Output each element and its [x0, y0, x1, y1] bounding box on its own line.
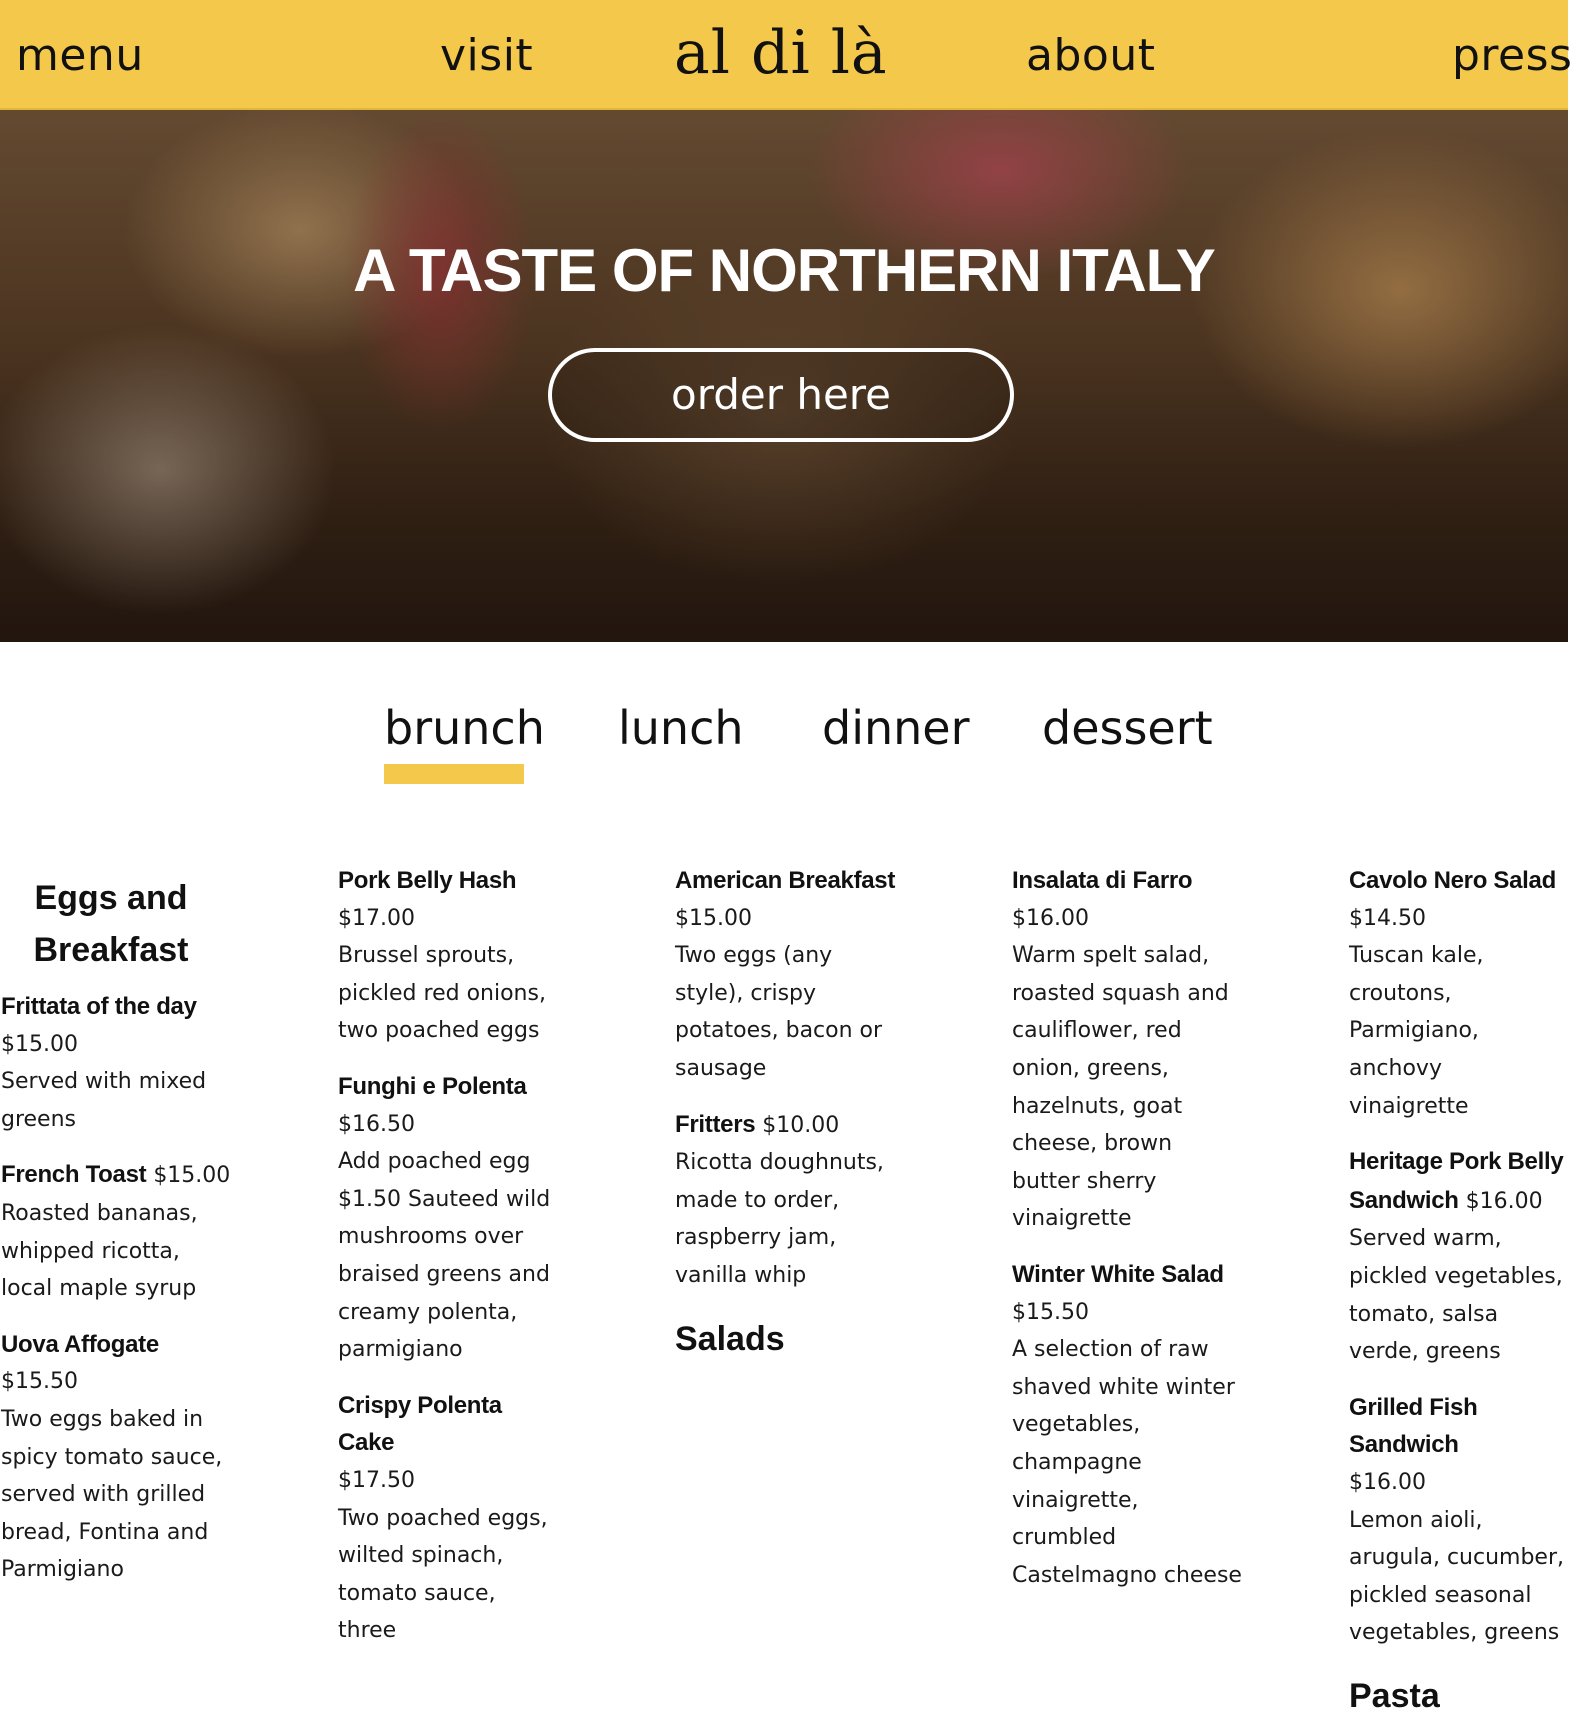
tab-dessert[interactable]: dessert: [1042, 698, 1213, 758]
item-name: Pork Belly Hash: [338, 867, 517, 894]
section-title-pasta: Pasta: [1349, 1676, 1440, 1715]
item-name: Frittata of the day: [1, 993, 197, 1020]
item-name: Insalata di Farro: [1012, 867, 1193, 894]
menu-item: Fritters $10.00 Ricotta doughnuts, made …: [675, 1106, 897, 1295]
item-price: $15.00: [675, 905, 752, 931]
item-description: Lemon aioli, arugula, cucumber, pickled …: [1349, 1507, 1565, 1646]
item-description: Roasted bananas, whipped ricotta, local …: [1, 1200, 198, 1302]
item-price: $15.50: [1012, 1299, 1089, 1325]
menu-item: Pork Belly Hash $17.00 Brussel sprouts, …: [338, 862, 560, 1050]
menu-column-1: Eggs and Breakfast Frittata of the day $…: [1, 866, 231, 1607]
menu-column-4: Insalata di Farro $16.00 Warm spelt sala…: [1012, 862, 1242, 1612]
tab-lunch[interactable]: lunch: [618, 698, 744, 758]
menu-item: Uova Affogate $15.50 Two eggs baked in s…: [1, 1326, 231, 1589]
tab-dinner[interactable]: dinner: [822, 698, 970, 758]
menu-item: American Breakfast $15.00 Two eggs (any …: [675, 862, 897, 1088]
hero-title: A TASTE OF NORTHERN ITALY: [353, 237, 1216, 304]
active-tab-indicator: [384, 764, 524, 784]
item-price: $17.00: [338, 905, 415, 931]
item-name: French Toast: [1, 1161, 147, 1189]
menu-item: Cavolo Nero Salad $14.50 Tuscan kale, cr…: [1349, 862, 1568, 1125]
item-name: Grilled Fish Sandwich: [1349, 1393, 1478, 1459]
item-description: Warm spelt salad, roasted squash and cau…: [1012, 943, 1229, 1232]
item-price: $16.00: [1465, 1188, 1543, 1214]
menu-item: Heritage Pork Belly Sandwich $16.00 Serv…: [1349, 1143, 1568, 1371]
item-price: $15.00: [153, 1163, 231, 1189]
item-description: Brussel sprouts, pickled red onions, two…: [338, 943, 546, 1044]
item-description: Two eggs (any style), crispy potatoes, b…: [675, 943, 883, 1081]
item-price: $14.50: [1349, 905, 1426, 931]
item-name: Uova Affogate: [1, 1330, 159, 1358]
item-name: Cavolo Nero Salad: [1349, 867, 1556, 894]
menu-column-5: Cavolo Nero Salad $14.50 Tuscan kale, cr…: [1349, 862, 1568, 1722]
item-price: $16.00: [1349, 1469, 1426, 1495]
menu-item: Grilled Fish Sandwich $16.00 Lemon aioli…: [1349, 1389, 1568, 1652]
item-description: Ricotta doughnuts, made to order, raspbe…: [675, 1150, 884, 1288]
item-price: $15.50: [1, 1369, 78, 1395]
menu-item: French Toast $15.00 Roasted bananas, whi…: [1, 1156, 231, 1307]
item-price: $16.00: [1012, 905, 1089, 931]
item-price: $10.00: [762, 1112, 840, 1138]
item-description: Tuscan kale, croutons, Parmigiano, ancho…: [1349, 943, 1484, 1119]
nav-press-link[interactable]: press: [1452, 28, 1572, 84]
item-description: Served with mixed greens: [1, 1069, 207, 1132]
menu-item: Winter White Salad $15.50 A selection of…: [1012, 1256, 1242, 1594]
hero-banner: A TASTE OF NORTHERN ITALY order here: [0, 110, 1568, 642]
item-description: Two eggs baked in spicy tomato sauce, se…: [1, 1406, 223, 1583]
item-name: Fritters: [675, 1110, 756, 1138]
item-price: $16.50: [338, 1111, 415, 1137]
nav-menu-link[interactable]: menu: [16, 28, 144, 84]
menu-item: Insalata di Farro $16.00 Warm spelt sala…: [1012, 862, 1242, 1238]
menu-column-3: American Breakfast $15.00 Two eggs (any …: [675, 862, 897, 1365]
item-name: Crispy Polenta Cake: [338, 1391, 502, 1457]
item-description: Add poached egg $1.50 Sauteed wild mushr…: [338, 1149, 551, 1363]
item-price: $17.50: [338, 1467, 415, 1493]
menu-item: Frittata of the day $15.00 Served with m…: [1, 988, 231, 1138]
menu-item: Crispy Polenta Cake $17.50 Two poached e…: [338, 1387, 560, 1650]
order-here-button[interactable]: order here: [548, 348, 1014, 442]
tab-brunch[interactable]: brunch: [384, 698, 545, 758]
menu-item: Funghi e Polenta $16.50 Add poached egg …: [338, 1068, 560, 1369]
item-description: Served warm, pickled vegetables, tomato,…: [1349, 1226, 1563, 1365]
site-logo[interactable]: al di là: [674, 18, 888, 88]
nav-about-link[interactable]: about: [1026, 28, 1155, 84]
nav-visit-link[interactable]: visit: [440, 28, 533, 84]
item-name: Funghi e Polenta: [338, 1072, 527, 1100]
section-title-salads: Salads: [675, 1319, 785, 1358]
item-description: A selection of raw shaved white winter v…: [1012, 1337, 1242, 1588]
top-nav-bar: menu visit al di là about press: [0, 0, 1572, 110]
section-title-eggs-breakfast: Eggs and Breakfast: [33, 879, 189, 969]
item-name: Winter White Salad: [1012, 1260, 1224, 1288]
item-name: American Breakfast: [675, 867, 896, 894]
menu-column-2: Pork Belly Hash $17.00 Brussel sprouts, …: [338, 862, 560, 1668]
item-description: Two poached eggs, wilted spinach, tomato…: [338, 1505, 548, 1644]
item-price: $15.00: [1, 1031, 78, 1057]
